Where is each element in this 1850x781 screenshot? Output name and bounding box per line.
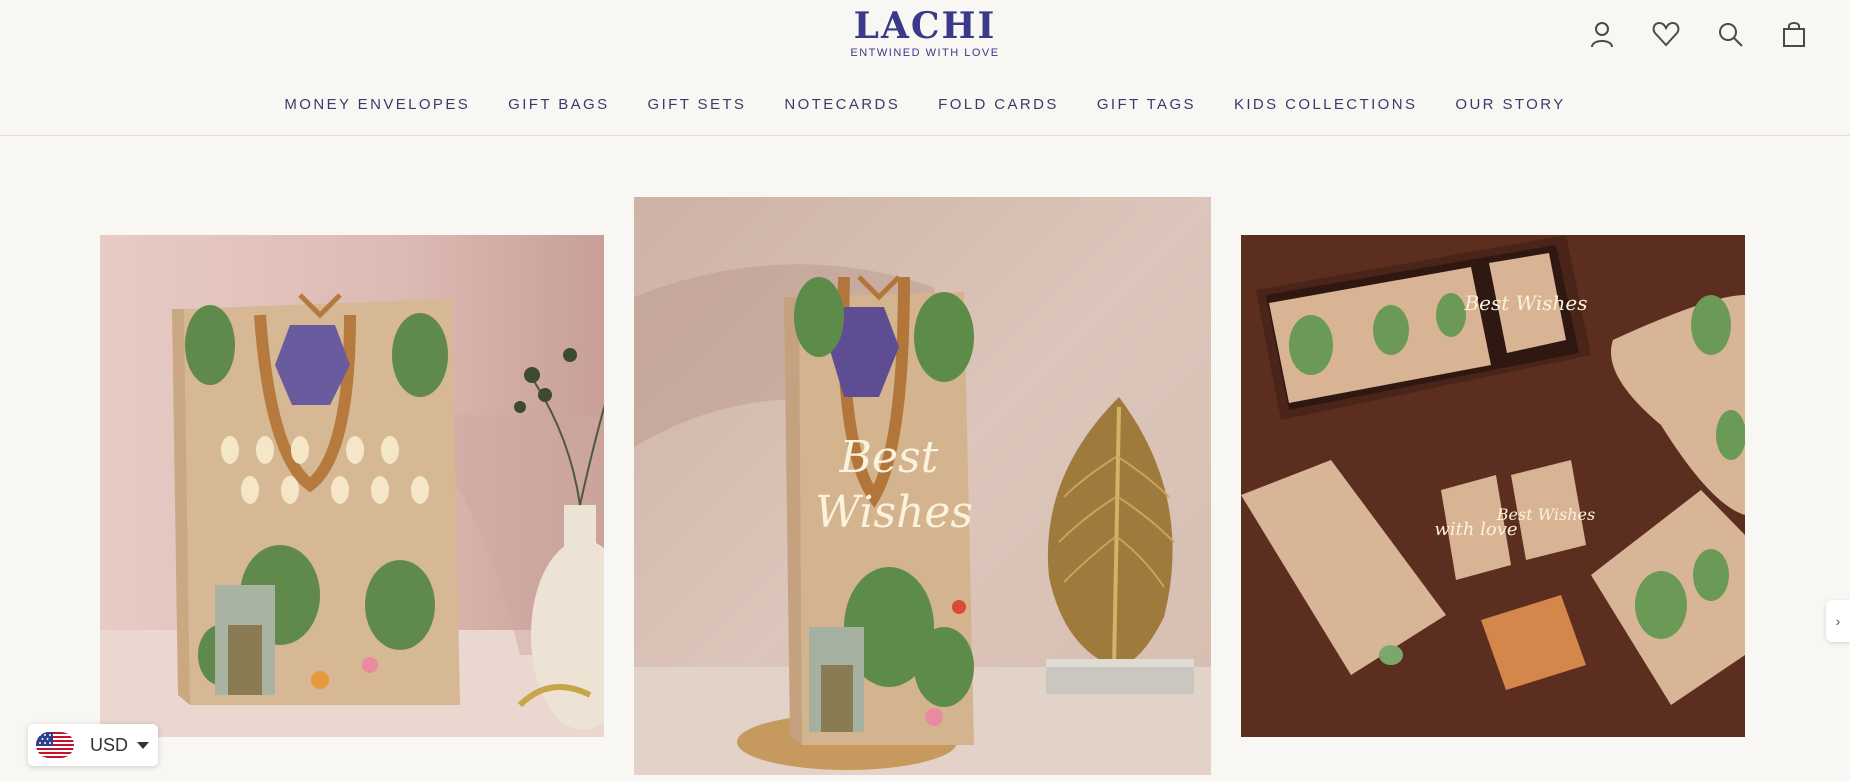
brand-name: LACHI bbox=[853, 5, 997, 47]
svg-text:Best: Best bbox=[839, 432, 939, 483]
gallery-image-gift-set[interactable]: Best Wishes with love Best Wishes bbox=[1241, 235, 1745, 737]
brand-tagline: ENTWINED WITH LOVE bbox=[850, 47, 1000, 59]
svg-text:Wishes: Wishes bbox=[815, 487, 973, 538]
chevron-right-icon[interactable]: › bbox=[1826, 600, 1850, 642]
caret-down-icon bbox=[137, 741, 150, 749]
nav-our-story[interactable]: OUR STORY bbox=[1455, 96, 1565, 113]
site-header: LACHI ENTWINED WITH LOVE MONEY ENVELOPES… bbox=[0, 0, 1850, 136]
nav-gift-tags[interactable]: GIFT TAGS bbox=[1097, 96, 1196, 113]
shopping-bag-icon[interactable] bbox=[1776, 16, 1812, 52]
nav-gift-sets[interactable]: GIFT SETS bbox=[648, 96, 747, 113]
nav-notecards[interactable]: NOTECARDS bbox=[784, 96, 900, 113]
gallery-image-gift-bag-vase[interactable] bbox=[100, 235, 604, 737]
header-icons bbox=[1584, 16, 1812, 52]
nav-kids-collections[interactable]: KIDS COLLECTIONS bbox=[1234, 96, 1417, 113]
gallery-image-best-wishes-bag[interactable]: Best Wishes bbox=[634, 197, 1211, 775]
brand-logo[interactable]: LACHI ENTWINED WITH LOVE bbox=[0, 6, 1850, 59]
nav-fold-cards[interactable]: FOLD CARDS bbox=[938, 96, 1059, 113]
currency-selector[interactable]: USD bbox=[28, 724, 158, 766]
us-flag-icon bbox=[36, 732, 74, 758]
currency-code: USD bbox=[90, 734, 129, 755]
tag-best-wishes-box: Best Wishes bbox=[1463, 291, 1587, 315]
tag-best-wishes-small: Best Wishes bbox=[1496, 505, 1595, 524]
nav-gift-bags[interactable]: GIFT BAGS bbox=[508, 96, 609, 113]
heart-icon[interactable] bbox=[1648, 16, 1684, 52]
search-icon[interactable] bbox=[1712, 16, 1748, 52]
account-icon[interactable] bbox=[1584, 16, 1620, 52]
nav-money-envelopes[interactable]: MONEY ENVELOPES bbox=[284, 96, 470, 113]
main-nav: MONEY ENVELOPES GIFT BAGS GIFT SETS NOTE… bbox=[0, 96, 1850, 113]
